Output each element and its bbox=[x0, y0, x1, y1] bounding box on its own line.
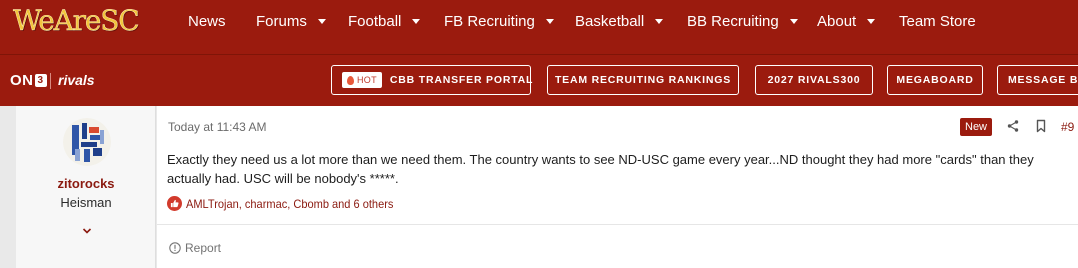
chevron-down-icon bbox=[412, 19, 421, 24]
nav-football-label: Football bbox=[348, 13, 402, 30]
pill-message-boards[interactable]: MESSAGE B bbox=[997, 65, 1078, 95]
report-button[interactable]: Report bbox=[169, 241, 221, 255]
reactions-bar[interactable]: AMLTrojan, charmac, Cbomb and 6 others bbox=[167, 196, 411, 211]
partner-bar: ON 3 rivals HOT CBB TRANSFER PORTAL TEAM … bbox=[0, 54, 1078, 106]
nav-team-store[interactable]: Team Store bbox=[899, 13, 976, 30]
flame-icon bbox=[347, 75, 354, 85]
logo-divider bbox=[50, 73, 51, 89]
nav-news[interactable]: News bbox=[188, 13, 226, 30]
chevron-down-icon bbox=[655, 19, 664, 24]
post-user-title: Heisman bbox=[60, 195, 112, 210]
hot-badge-label: HOT bbox=[357, 75, 377, 85]
nav-news-label: News bbox=[188, 13, 226, 30]
page-gutter bbox=[0, 106, 16, 268]
nav-forums[interactable]: Forums bbox=[256, 13, 326, 30]
nav-fb-recruiting[interactable]: FB Recruiting bbox=[444, 13, 554, 30]
rivals-logo[interactable]: rivals bbox=[58, 72, 95, 88]
like-icon bbox=[167, 196, 182, 211]
report-label: Report bbox=[185, 241, 222, 255]
on3-logo[interactable]: ON 3 bbox=[10, 72, 47, 89]
chevron-down-icon bbox=[789, 19, 798, 24]
chevron-down-icon bbox=[317, 19, 326, 24]
chevron-down-icon bbox=[545, 19, 554, 24]
nav-about[interactable]: About bbox=[817, 13, 876, 30]
new-badge: New bbox=[960, 118, 993, 136]
nav-about-label: About bbox=[817, 13, 857, 30]
nav-bb-recruiting-label: BB Recruiting bbox=[687, 13, 779, 30]
chevron-down-icon bbox=[867, 19, 876, 24]
post-username[interactable]: zitorocks bbox=[16, 176, 156, 191]
post-number-link[interactable]: #9 bbox=[1061, 120, 1074, 134]
bookmark-icon[interactable] bbox=[1034, 119, 1048, 133]
info-icon bbox=[169, 242, 181, 254]
pill-label: TEAM RECRUITING RANKINGS bbox=[554, 74, 732, 86]
avatar-image bbox=[63, 118, 111, 166]
nav-basketball-label: Basketball bbox=[575, 13, 645, 30]
nav-forums-label: Forums bbox=[256, 13, 307, 30]
pill-2027-rivals300[interactable]: 2027 RIVALS300 bbox=[755, 65, 873, 95]
top-navigation: WeAreSC News Forums Football FB Recruiti… bbox=[0, 0, 1078, 54]
chevron-down-icon[interactable] bbox=[82, 226, 92, 236]
nav-basketball[interactable]: Basketball bbox=[575, 13, 664, 30]
site-logo[interactable]: WeAreSC bbox=[13, 4, 140, 37]
pill-label: MESSAGE B bbox=[1008, 74, 1078, 86]
pill-cbb-transfer-portal[interactable]: HOT CBB TRANSFER PORTAL bbox=[331, 65, 534, 95]
hot-badge: HOT bbox=[342, 72, 382, 88]
pill-team-recruiting-rankings[interactable]: TEAM RECRUITING RANKINGS bbox=[547, 65, 739, 95]
nav-football[interactable]: Football bbox=[348, 13, 421, 30]
on3-logo-digit: 3 bbox=[34, 74, 47, 87]
pill-label: 2027 RIVALS300 bbox=[767, 74, 861, 86]
post-user-panel: zitorocks Heisman bbox=[16, 106, 156, 268]
nav-fb-recruiting-label: FB Recruiting bbox=[444, 13, 535, 30]
reactions-list[interactable]: AMLTrojan, charmac, Cbomb and 6 others bbox=[186, 197, 393, 211]
pill-label: CBB TRANSFER PORTAL bbox=[389, 74, 534, 86]
pill-label: MEGABOARD bbox=[896, 74, 974, 86]
on3-logo-text: ON bbox=[10, 72, 34, 89]
avatar[interactable] bbox=[63, 118, 111, 166]
post-body: Today at 11:43 AM New #9 Exactly they ne… bbox=[157, 106, 1078, 268]
post-footer-divider bbox=[157, 224, 1078, 225]
nav-team-store-label: Team Store bbox=[899, 13, 976, 30]
pill-megaboard[interactable]: MEGABOARD bbox=[887, 65, 983, 95]
nav-bb-recruiting[interactable]: BB Recruiting bbox=[687, 13, 798, 30]
post-message: Exactly they need us a lot more than we … bbox=[167, 152, 1034, 186]
share-icon[interactable] bbox=[1006, 119, 1020, 133]
post-timestamp[interactable]: Today at 11:43 AM bbox=[168, 120, 267, 134]
